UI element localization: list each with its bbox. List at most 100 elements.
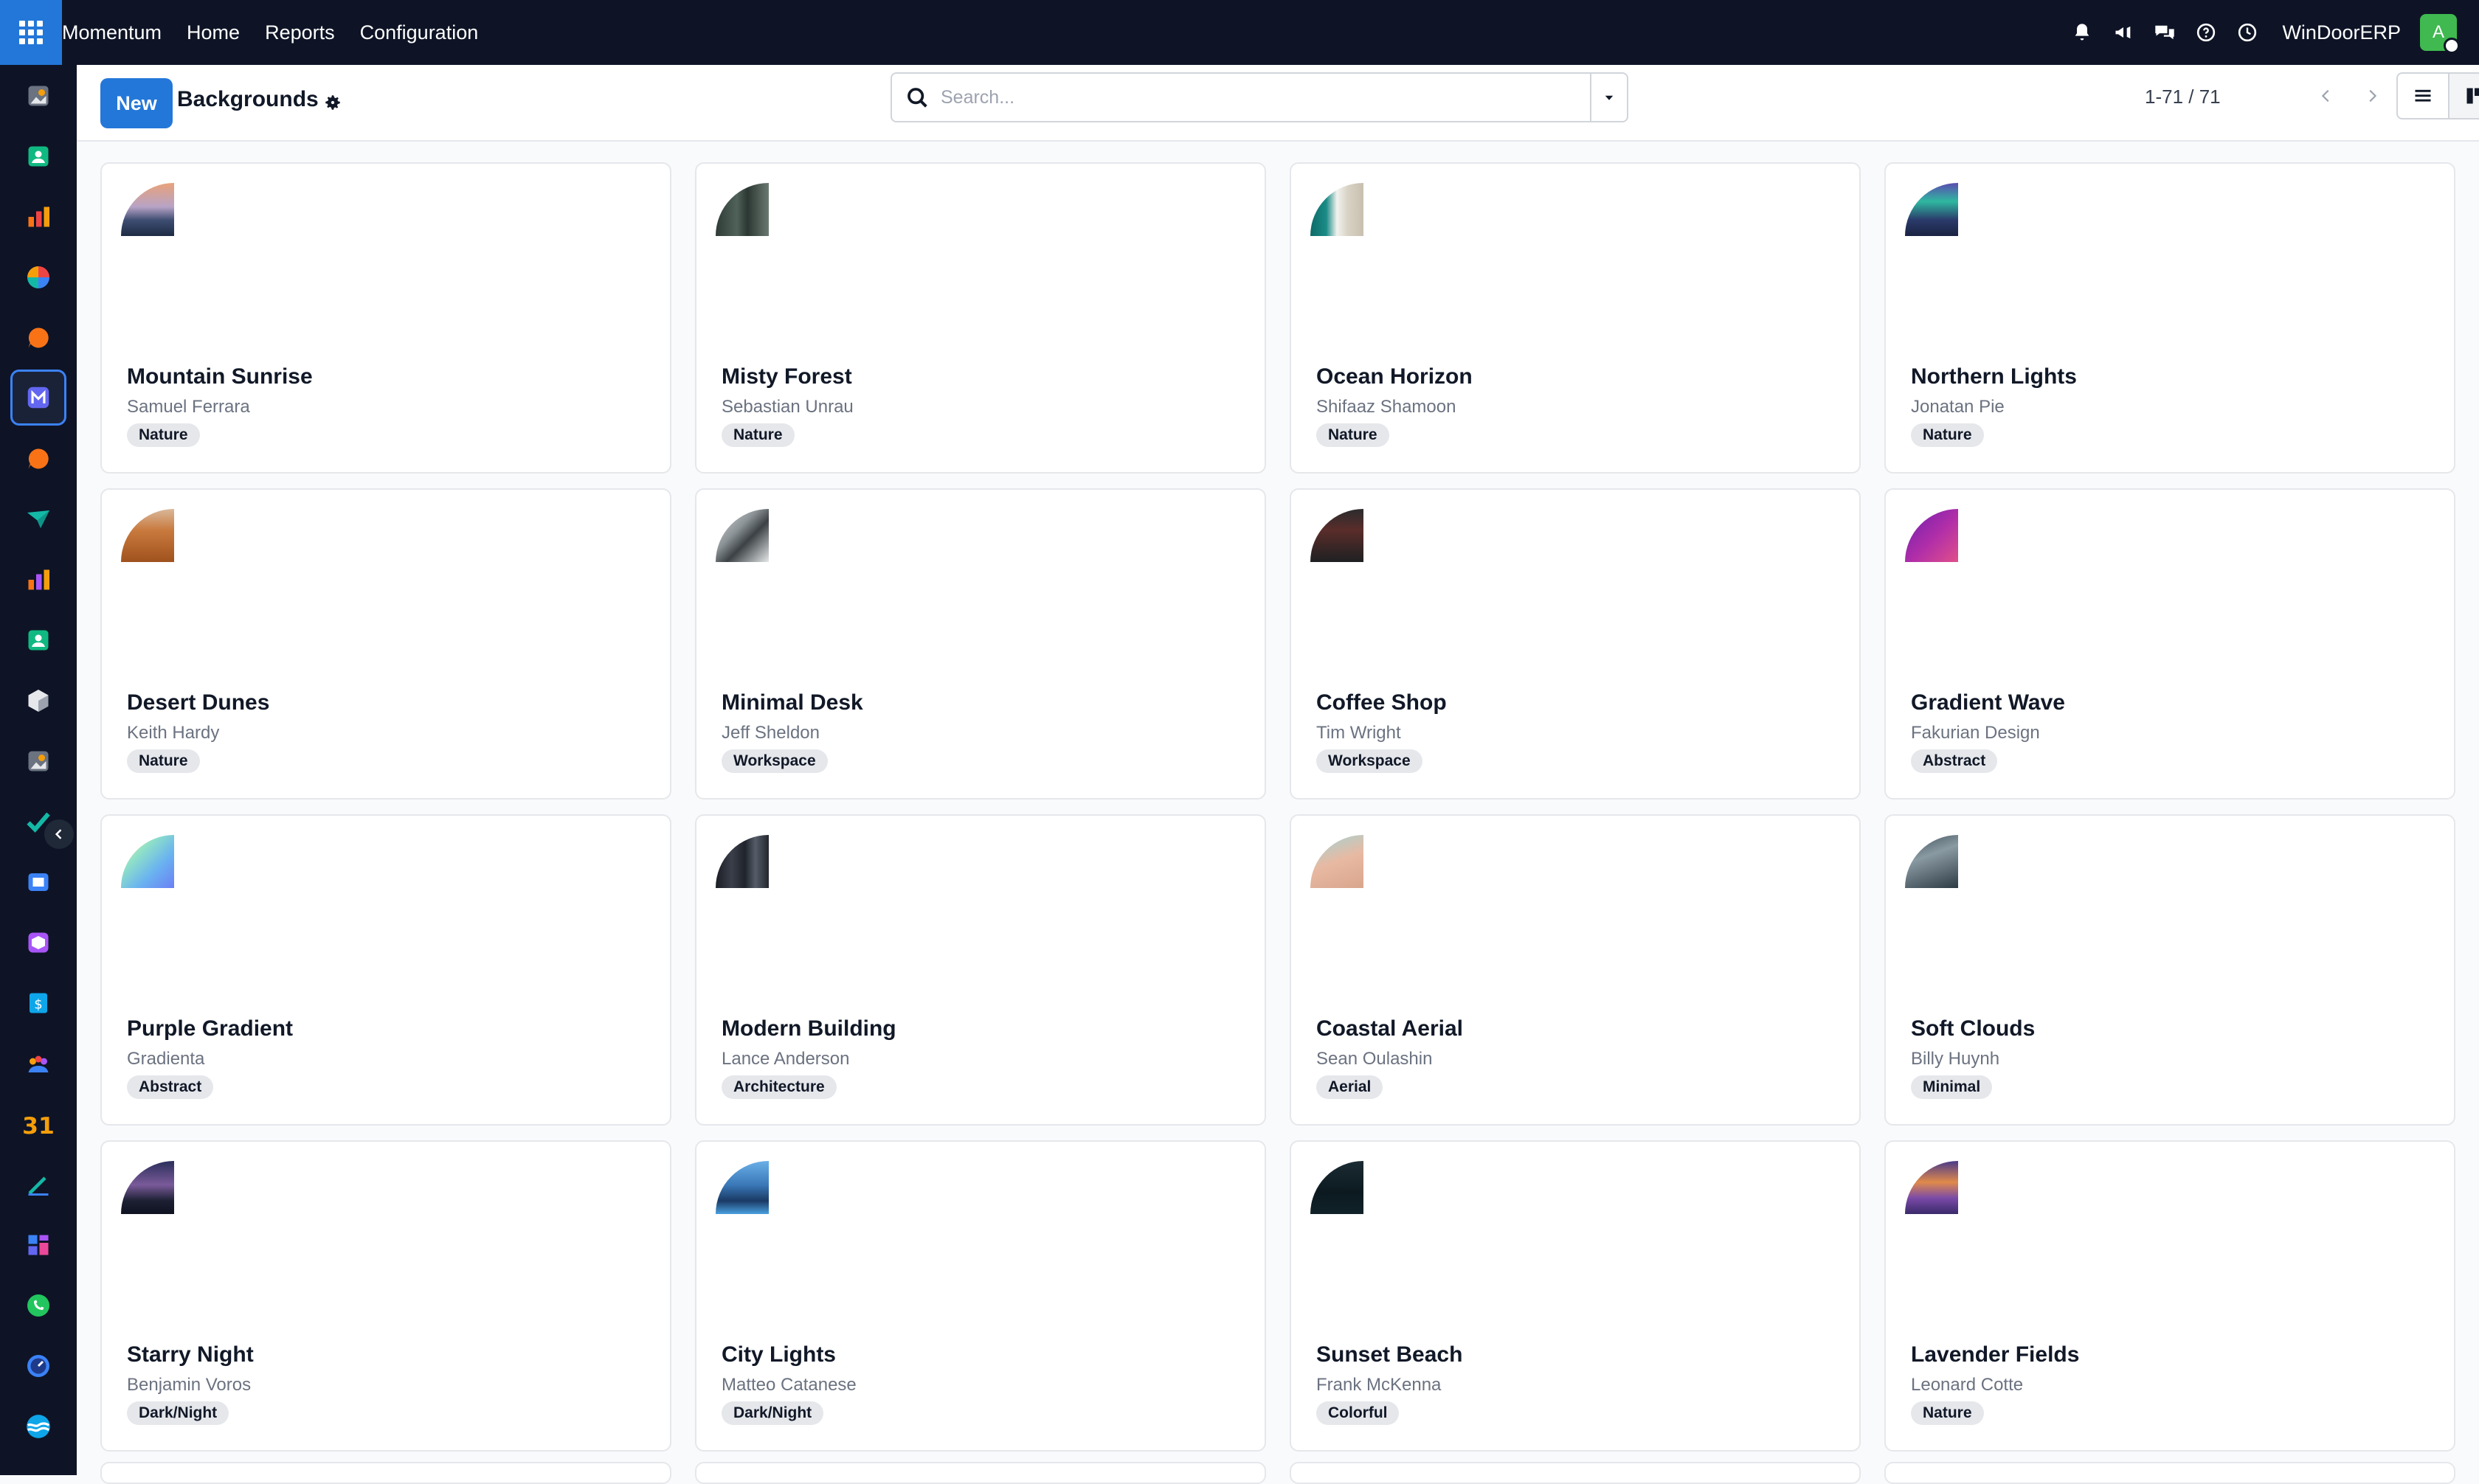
bell-icon[interactable] — [2071, 21, 2093, 44]
card-author: Frank McKenna — [1316, 1375, 1442, 1395]
card-thumbnail — [121, 1161, 174, 1214]
sidebar-inventory-icon[interactable] — [22, 926, 55, 959]
help-icon[interactable] — [2195, 21, 2217, 44]
kanban-card[interactable]: Soft Clouds Billy Huynh Minimal — [1884, 814, 2455, 1126]
sidebar-discuss-icon[interactable] — [22, 322, 55, 354]
card-thumbnail — [1310, 1161, 1363, 1214]
card-thumbnail — [121, 183, 174, 236]
apps-grid-icon — [19, 21, 43, 44]
sidebar-sign-icon[interactable] — [22, 1168, 55, 1201]
kanban-card[interactable]: Purple Gradient Gradienta Abstract — [100, 814, 671, 1126]
kanban-card[interactable]: Misty Forest Sebastian Unrau Nature — [695, 162, 1266, 474]
top-navbar: Momentum Home Reports Configuration WinD… — [0, 0, 2479, 65]
card-author: Tim Wright — [1316, 723, 1401, 743]
kanban-card[interactable]: Northern Lights Jonatan Pie Nature — [1884, 162, 2455, 474]
kanban-card[interactable]: Lavender Fields Leonard Cotte Nature — [1884, 1140, 2455, 1452]
brand-name[interactable]: Momentum — [62, 21, 162, 44]
card-author: Sean Oulashin — [1316, 1049, 1433, 1069]
nav-reports[interactable]: Reports — [265, 21, 335, 44]
card-title: Coffee Shop — [1316, 690, 1447, 715]
pager-value[interactable]: 1-71 / 71 — [2145, 86, 2221, 108]
card-author: Billy Huynh — [1911, 1049, 2000, 1069]
kanban-card[interactable]: Modern Building Lance Anderson Architect… — [695, 814, 1266, 1126]
nav-configuration[interactable]: Configuration — [360, 21, 479, 44]
kanban-card[interactable]: Gradient Wave Fakurian Design Abstract — [1884, 488, 2455, 800]
sidebar-reports-icon[interactable] — [22, 201, 55, 233]
list-view-button[interactable] — [2396, 72, 2449, 119]
kanban-card[interactable]: Minimal Desk Jeff Sheldon Workspace — [695, 488, 1266, 800]
card-thumbnail — [716, 835, 769, 888]
card-title: Desert Dunes — [127, 690, 270, 715]
sidebar-calendar-icon[interactable]: 31 — [22, 1108, 55, 1140]
sidebar-momentum-icon[interactable] — [10, 370, 66, 426]
card-thumbnail — [1905, 835, 1958, 888]
kanban-card-partial[interactable] — [1290, 1462, 1861, 1484]
card-author: Matteo Catanese — [722, 1375, 857, 1395]
list-icon — [2415, 89, 2431, 102]
kanban-grid: Mountain Sunrise Samuel Ferrara Nature M… — [100, 162, 2455, 1452]
sidebar-cube-icon[interactable] — [22, 684, 55, 717]
card-thumbnail — [1310, 509, 1363, 562]
sidebar-employees-icon[interactable] — [22, 624, 55, 656]
sidebar-pie-icon[interactable] — [22, 261, 55, 294]
sidebar-collapse-button[interactable] — [44, 819, 74, 849]
kanban-card-partial[interactable] — [695, 1462, 1266, 1484]
card-thumbnail — [121, 509, 174, 562]
sidebar-chat-icon[interactable] — [22, 443, 55, 475]
card-tag: Nature — [1911, 1401, 1984, 1425]
sidebar-wave-icon[interactable] — [22, 1410, 55, 1443]
sidebar-team-icon[interactable] — [22, 1047, 55, 1080]
sidebar-chart-icon[interactable] — [22, 564, 55, 596]
search-bar — [891, 72, 1628, 122]
card-title: Mountain Sunrise — [127, 364, 313, 389]
kanban-card[interactable]: Desert Dunes Keith Hardy Nature — [100, 488, 671, 800]
card-tag: Workspace — [722, 749, 828, 773]
sidebar-app-1-icon[interactable] — [22, 80, 55, 112]
kanban-card-partial[interactable] — [1884, 1462, 2455, 1484]
svg-text:31: 31 — [24, 1113, 53, 1137]
search-input[interactable] — [941, 83, 1531, 112]
clock-icon[interactable] — [2236, 21, 2258, 44]
chevron-right-icon — [2369, 89, 2377, 103]
kanban-card[interactable]: Coffee Shop Tim Wright Workspace — [1290, 488, 1861, 800]
sidebar-contacts-icon[interactable] — [22, 140, 55, 173]
kanban-card[interactable]: Starry Night Benjamin Voros Dark/Night — [100, 1140, 671, 1452]
kanban-card[interactable]: Mountain Sunrise Samuel Ferrara Nature — [100, 162, 671, 474]
sidebar-whatsapp-icon[interactable] — [22, 1289, 55, 1322]
user-avatar[interactable]: A — [2420, 14, 2460, 54]
sidebar-knowledge-icon[interactable] — [22, 866, 55, 898]
card-tag: Abstract — [127, 1075, 214, 1099]
kanban-card[interactable]: Coastal Aerial Sean Oulashin Aerial — [1290, 814, 1861, 1126]
gear-icon[interactable] — [320, 90, 345, 115]
card-tag: Colorful — [1316, 1401, 1400, 1425]
sidebar-gallery-icon[interactable] — [22, 745, 55, 777]
sidebar-timer-icon[interactable] — [22, 1350, 55, 1382]
sidebar-dashboard-icon[interactable] — [22, 1229, 55, 1261]
card-tag: Dark/Night — [722, 1401, 824, 1425]
card-thumbnail — [716, 509, 769, 562]
kanban-card[interactable]: City Lights Matteo Catanese Dark/Night — [695, 1140, 1266, 1452]
svg-text:$: $ — [34, 997, 42, 1013]
search-options-toggle[interactable] — [1590, 74, 1627, 121]
card-thumbnail — [1310, 835, 1363, 888]
card-tag: Nature — [1316, 423, 1389, 447]
control-panel: New Backgrounds 1-71 / 71 — [77, 65, 2479, 142]
sidebar-send-icon[interactable] — [22, 503, 55, 535]
new-button[interactable]: New — [100, 78, 173, 128]
megaphone-icon[interactable] — [2112, 21, 2134, 44]
kanban-card[interactable]: Sunset Beach Frank McKenna Colorful — [1290, 1140, 1861, 1452]
kanban-view-button[interactable] — [2448, 72, 2479, 119]
card-tag: Workspace — [1316, 749, 1422, 773]
pager-previous-button[interactable] — [2306, 74, 2347, 118]
chat-icon[interactable] — [2154, 21, 2176, 44]
card-title: Lavender Fields — [1911, 1342, 2080, 1367]
kanban-card[interactable]: Ocean Horizon Shifaaz Shamoon Nature — [1290, 162, 1861, 474]
sidebar-invoice-icon[interactable]: $ — [22, 987, 55, 1019]
card-tag: Nature — [127, 423, 200, 447]
pager-next-button[interactable] — [2351, 74, 2393, 118]
app-menu-button[interactable] — [0, 0, 62, 65]
avatar-letter: A — [2432, 22, 2444, 42]
company-switcher[interactable]: WinDoorERP — [2282, 21, 2401, 44]
nav-home[interactable]: Home — [187, 21, 240, 44]
kanban-card-partial[interactable] — [100, 1462, 671, 1484]
